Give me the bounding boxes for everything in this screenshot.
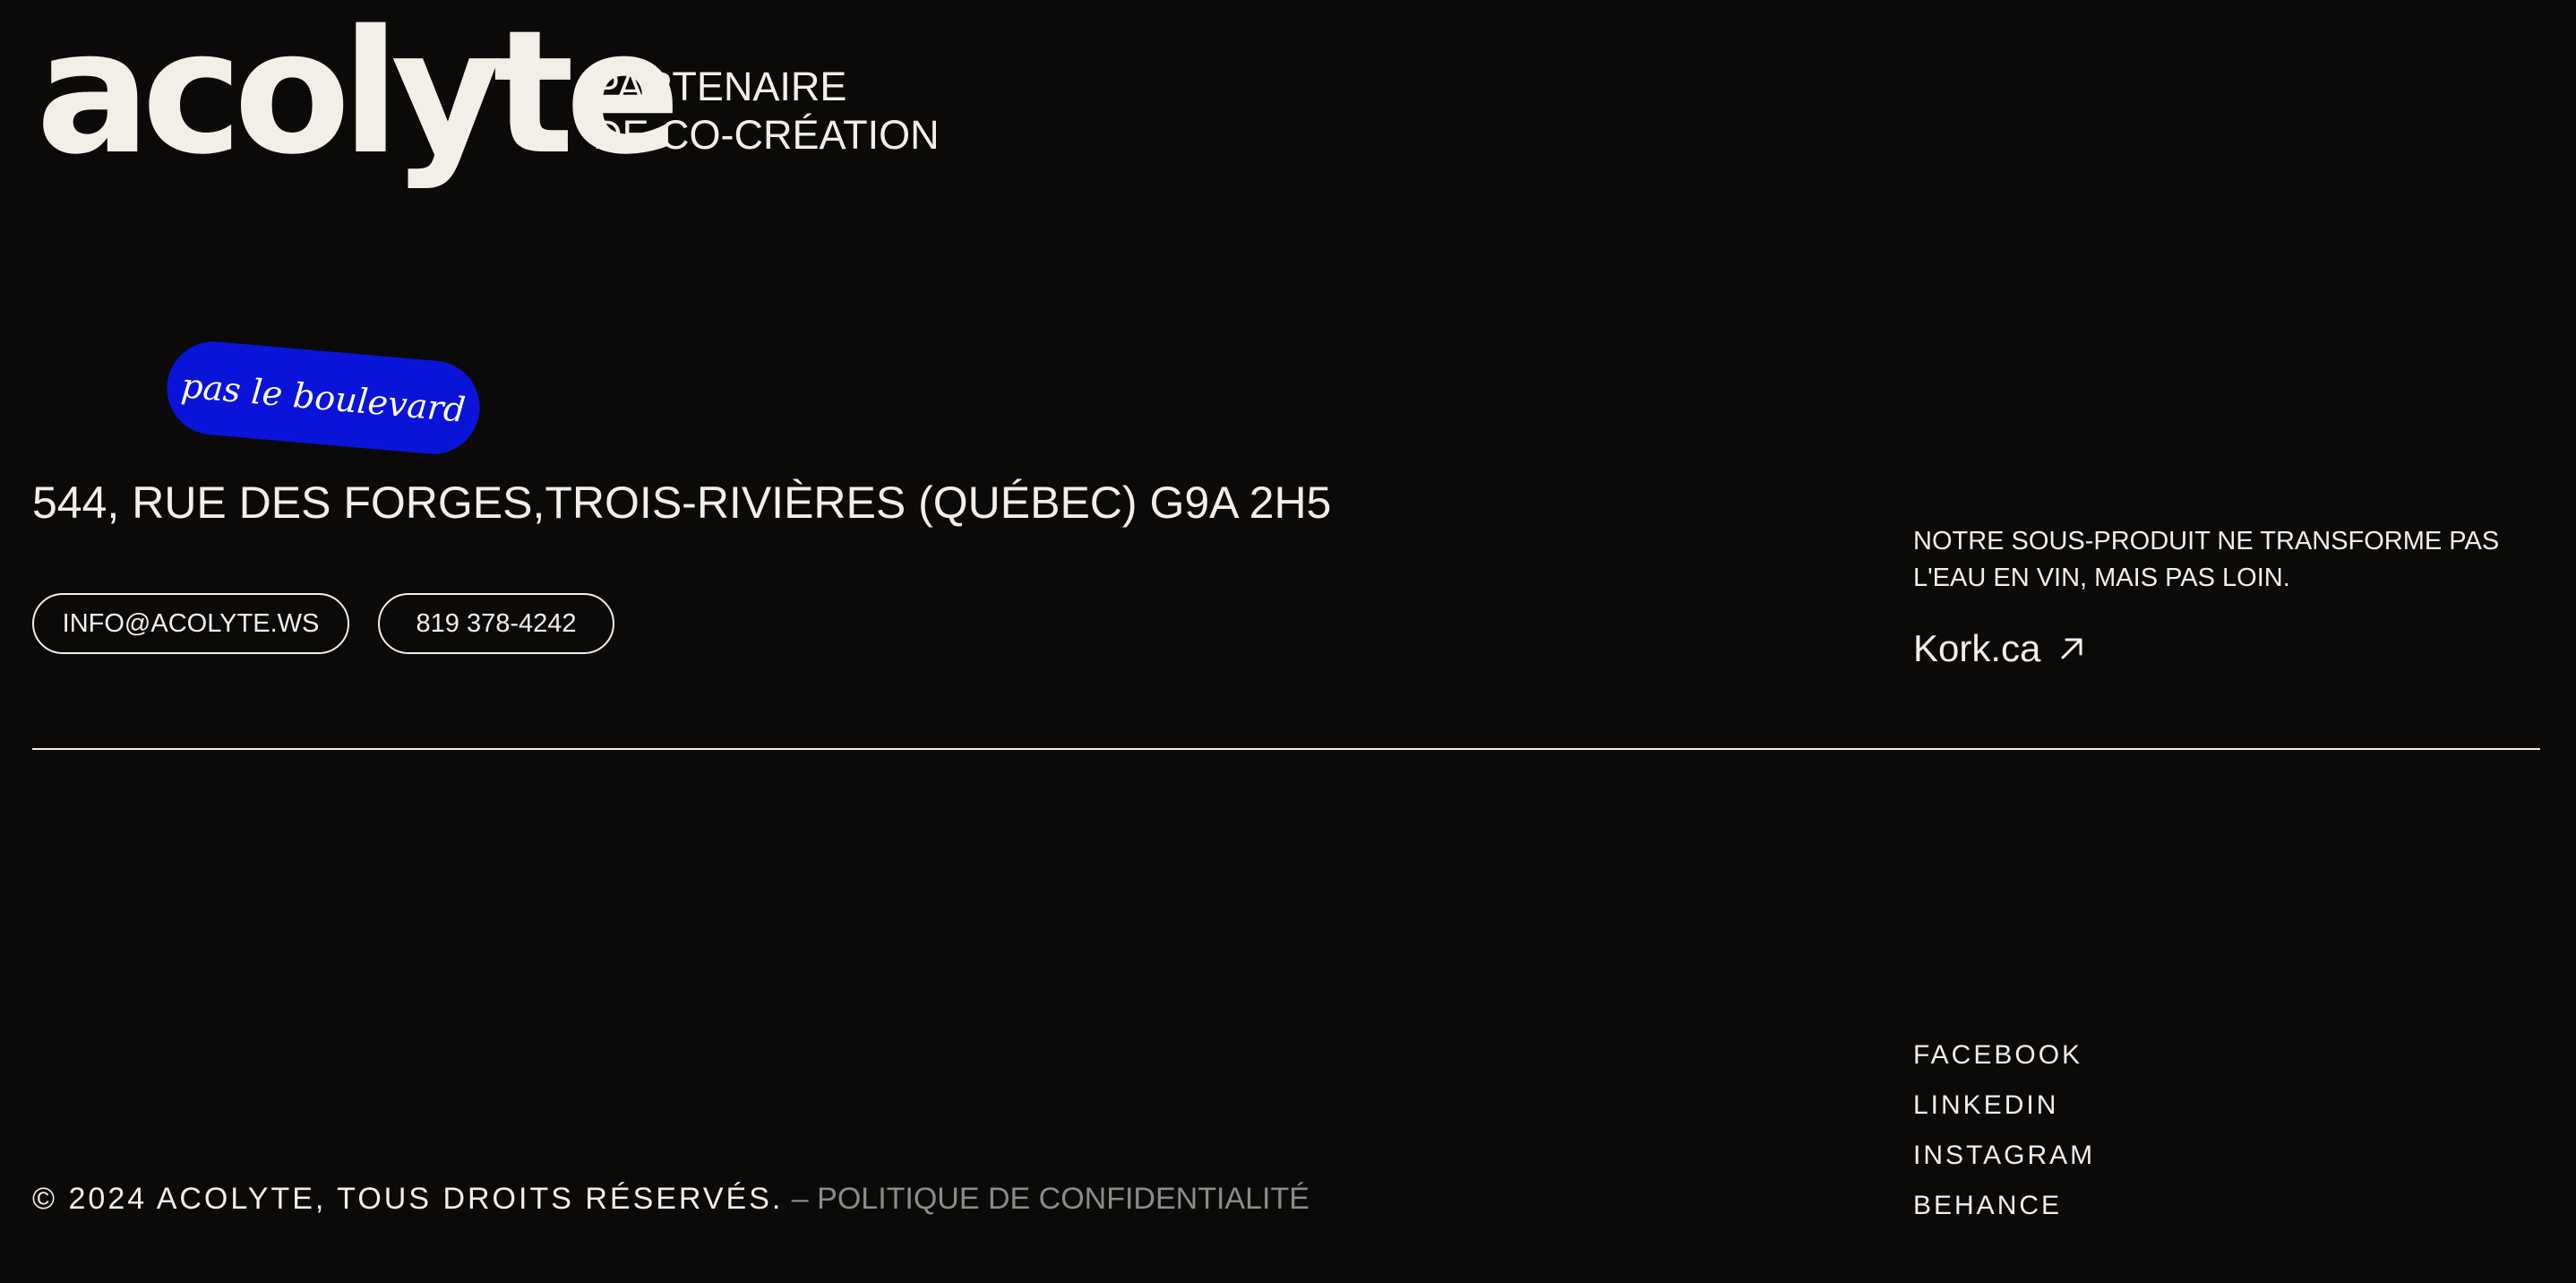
footer-divider — [32, 748, 2540, 750]
email-button[interactable]: INFO@ACOLYTE.WS — [32, 593, 349, 654]
promo-line-2: L'EAU EN VIN, MAIS PAS LOIN. — [1913, 564, 2290, 592]
tagline-line-1: PARTENAIRE — [593, 64, 847, 109]
phone-button[interactable]: 819 378-4242 — [378, 593, 614, 654]
social-link-instagram[interactable]: INSTAGRAM — [1913, 1131, 2095, 1181]
acolyte-logo[interactable]: acolyte — [36, 4, 681, 183]
social-link-facebook[interactable]: FACEBOOK — [1913, 1030, 2095, 1081]
brand-tagline: PARTENAIRE DE CO-CRÉATION — [593, 63, 940, 159]
privacy-policy-link[interactable]: – POLITIQUE DE CONFIDENTIALITÉ — [783, 1182, 1309, 1216]
social-links: FACEBOOK LINKEDIN INSTAGRAM BEHANCE — [1913, 1030, 2095, 1231]
kork-link[interactable]: Kork.ca — [1913, 624, 2085, 674]
pas-le-boulevard-badge: pas le boulevard — [163, 337, 484, 459]
copyright-line: © 2024 ACOLYTE, TOUS DROITS RÉSERVÉS. – … — [32, 1175, 1309, 1222]
address-text: 544, RUE DES FORGES,TROIS-RIVIÈRES (QUÉB… — [32, 478, 1332, 528]
badge-text: pas le boulevard — [179, 366, 468, 430]
promo-text: NOTRE SOUS-PRODUIT NE TRANSFORME PAS L'E… — [1913, 523, 2499, 597]
social-link-behance[interactable]: BEHANCE — [1913, 1181, 2095, 1231]
tagline-line-2: DE CO-CRÉATION — [593, 112, 940, 158]
promo-line-1: NOTRE SOUS-PRODUIT NE TRANSFORME PAS — [1913, 527, 2500, 555]
social-link-linkedin[interactable]: LINKEDIN — [1913, 1081, 2095, 1131]
copyright-text: © 2024 ACOLYTE, TOUS DROITS RÉSERVÉS. — [32, 1182, 784, 1216]
arrow-up-right-icon — [2061, 638, 2082, 659]
kork-link-label[interactable]: Kork.ca — [1913, 624, 2040, 674]
